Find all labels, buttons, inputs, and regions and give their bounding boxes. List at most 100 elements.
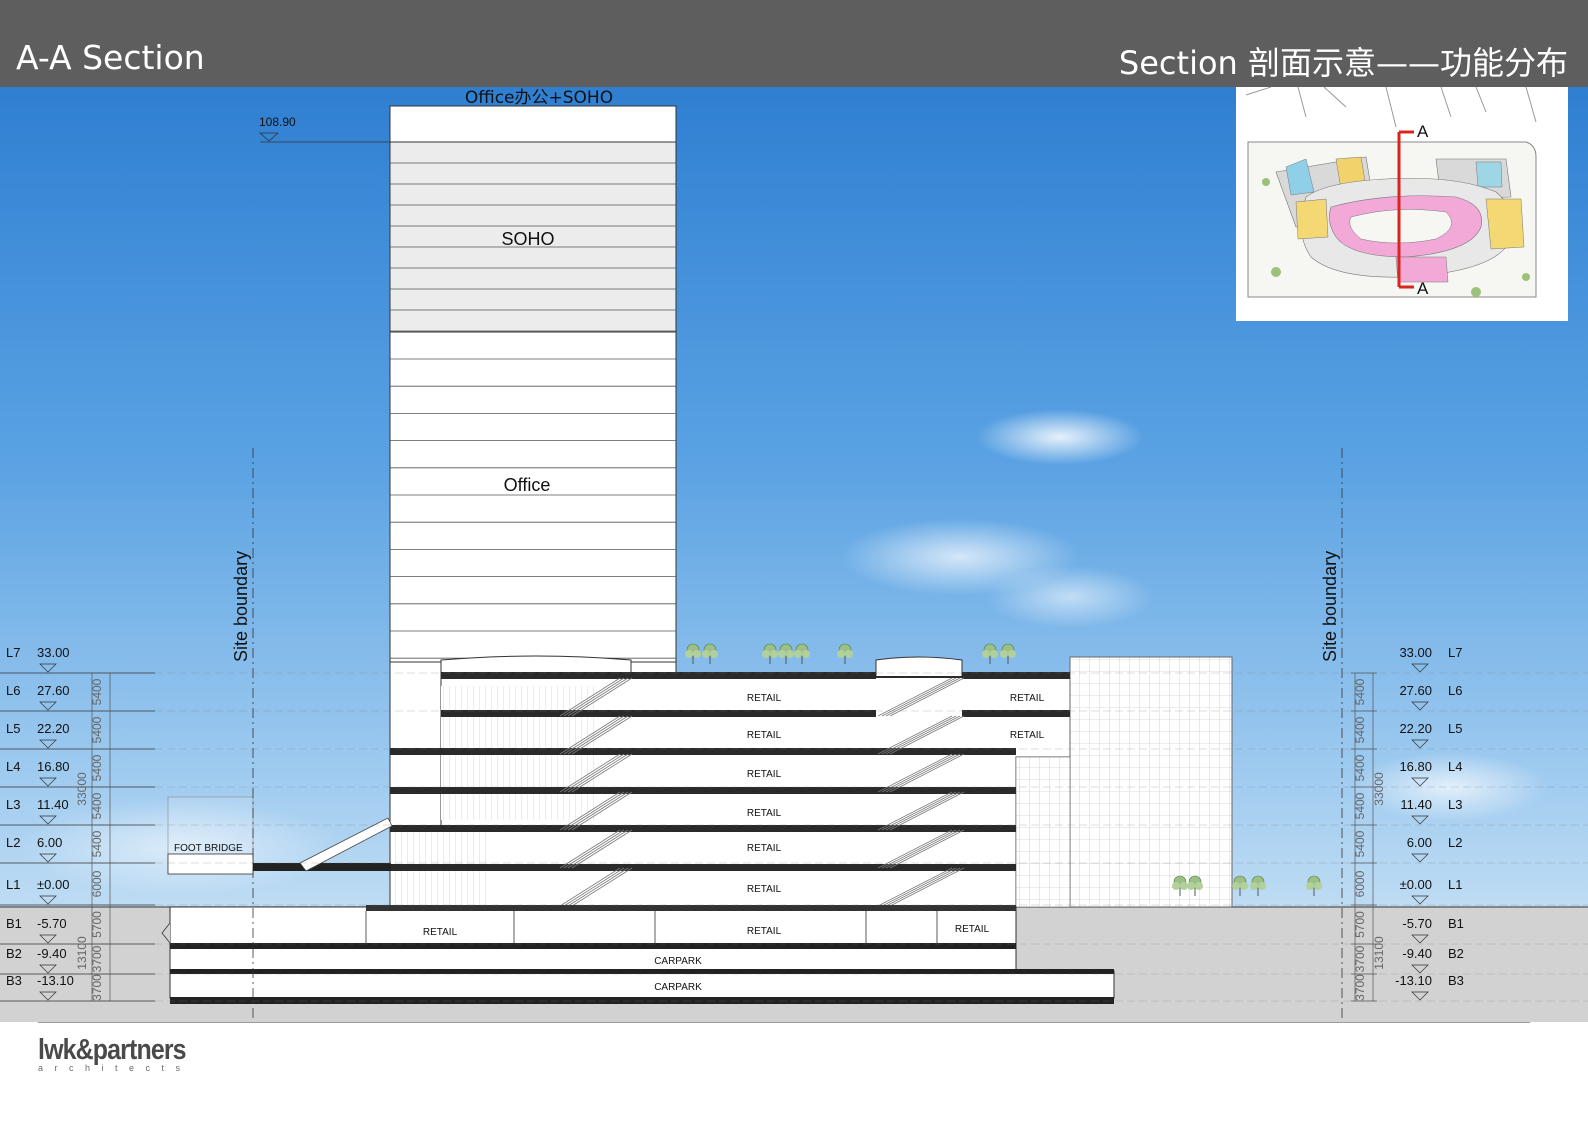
retail-label-l5-east: RETAIL (1010, 730, 1045, 741)
above-grade-total: 33000 (1372, 772, 1386, 806)
footer-rule (38, 1022, 1530, 1023)
floor-height-dim: 3700 (1353, 945, 1367, 972)
floor-height-dim: 5400 (90, 716, 104, 743)
level-elevation-right: 22.20 (1399, 721, 1432, 736)
level-elevation-left: ±0.00 (37, 877, 69, 892)
level-name-right: L4 (1448, 759, 1462, 774)
site-boundary-left: Site boundary (231, 551, 251, 662)
tower: Office办公+SOHO SOHO Office (389, 88, 677, 663)
key-plan: A A (1236, 86, 1568, 321)
tower-top-label: Office办公+SOHO (465, 88, 613, 108)
section-marker-bottom: A (1417, 279, 1429, 298)
level-elevation-left: 27.60 (37, 683, 70, 698)
carpark-label-b3: CARPARK (654, 982, 702, 993)
level-elevation-left: -13.10 (37, 973, 74, 988)
level-elevation-right: 16.80 (1399, 759, 1432, 774)
facade-lower (1015, 756, 1071, 908)
level-name-right: B3 (1448, 973, 1464, 988)
retail-label-l5-main: RETAIL (747, 730, 782, 741)
page-title: A-A Section (16, 38, 205, 77)
retail-label-b1-east: RETAIL (955, 924, 990, 935)
level-elevation-right: -9.40 (1402, 946, 1432, 961)
level-labels-left: L7 33.00 L6 27.60 L5 22.20 L4 16.80 L3 11.40 L2 6.0… (6, 645, 74, 1001)
level-name-left: B2 (6, 946, 22, 961)
floor-height-dim: 3700 (90, 974, 104, 1001)
level-elevation-right: 6.00 (1407, 835, 1432, 850)
section-marker-top: A (1417, 122, 1429, 141)
level-name-left: L4 (6, 759, 20, 774)
level-name-left: L5 (6, 721, 20, 736)
level-elevation-right: 27.60 (1399, 683, 1432, 698)
retail-label-l1: RETAIL (747, 884, 782, 895)
floor-height-dim: 5400 (90, 678, 104, 705)
floor-height-dim: 5400 (1353, 716, 1367, 743)
floor-height-dim: 5400 (1353, 830, 1367, 857)
floor-slab (390, 825, 1016, 832)
level-name-left: B1 (6, 916, 22, 931)
level-elevation-right: 11.40 (1400, 797, 1432, 812)
floor-height-dim: 5700 (90, 911, 104, 938)
level-labels-right: 33.00 L7 27.60 L6 22.20 L5 16.80 L4 11.40 L3 6.00 L… (1395, 645, 1464, 1001)
level-name-right: B1 (1448, 916, 1464, 931)
level-name-right: L7 (1448, 645, 1462, 660)
floor-height-dim: 5700 (1353, 911, 1367, 938)
level-name-right: L6 (1448, 683, 1462, 698)
below-grade-total: 13100 (75, 936, 89, 970)
level-elevation-right: -5.70 (1402, 916, 1432, 931)
retail-label-l4: RETAIL (747, 769, 782, 780)
facade-grid (1069, 656, 1233, 908)
level-elevation-right: ±0.00 (1400, 877, 1432, 892)
floor-height-dim: 3700 (90, 945, 104, 972)
floor-height-dim: 6000 (1353, 870, 1367, 897)
page-subtitle: Section 剖面示意——功能分布 (1118, 44, 1568, 82)
level-elevation-right: 33.00 (1399, 645, 1432, 660)
below-grade-total: 13100 (1372, 936, 1386, 970)
level-name-left: L3 (6, 797, 20, 812)
floor-height-dim: 6000 (90, 870, 104, 897)
floor-slab (390, 787, 1016, 794)
header-bar: A-A Section Section 剖面示意——功能分布 (0, 0, 1588, 87)
floor-height-dim: 5400 (90, 792, 104, 819)
level-elevation-right: -13.10 (1395, 973, 1432, 988)
floor-height-dim: 5400 (1353, 754, 1367, 781)
level-elevation-left: 11.40 (37, 797, 69, 812)
level-name-left: L7 (6, 645, 20, 660)
floor-height-dim: 5400 (1353, 792, 1367, 819)
level-elevation-left: 16.80 (37, 759, 70, 774)
floor-height-dim: 5400 (90, 830, 104, 857)
carpark-label-b2: CARPARK (654, 956, 702, 967)
level-name-left: B3 (6, 973, 22, 988)
retail-label-l3: RETAIL (747, 808, 782, 819)
level-name-left: L6 (6, 683, 20, 698)
top-level-value: 108.90 (259, 115, 296, 129)
retail-label-l2: RETAIL (747, 843, 782, 854)
floor-height-dim: 5400 (1353, 678, 1367, 705)
floor-height-dim: 3700 (1353, 974, 1367, 1001)
site-boundary-right: Site boundary (1320, 551, 1340, 662)
level-elevation-left: -9.40 (37, 946, 67, 961)
above-grade-total: 33000 (75, 772, 89, 806)
retail-label-b1-west: RETAIL (423, 927, 458, 938)
level-elevation-left: -5.70 (37, 916, 67, 931)
soho-label: SOHO (501, 229, 554, 249)
basement (161, 905, 1115, 1004)
company-logo: lwk&partners architects (38, 1034, 210, 1073)
retail-label-l6-main: RETAIL (747, 693, 782, 704)
level-name-right: L5 (1448, 721, 1462, 736)
level-elevation-left: 6.00 (37, 835, 62, 850)
level-elevation-left: 22.20 (37, 721, 70, 736)
retail-label-b1-main: RETAIL (747, 926, 782, 937)
floor-slab (390, 864, 1016, 871)
level-name-right: L2 (1448, 835, 1462, 850)
level-name-left: L1 (6, 877, 20, 892)
floor-height-dim: 5400 (90, 754, 104, 781)
level-name-right: L3 (1448, 797, 1462, 812)
foot-bridge-label: FOOT BRIDGE (174, 843, 243, 854)
podium (389, 655, 1233, 908)
office-zone (389, 331, 677, 663)
foot-bridge: FOOT BRIDGE (167, 796, 393, 875)
tower-crown (389, 105, 677, 143)
office-label: Office (504, 475, 551, 495)
level-name-right: B2 (1448, 946, 1464, 961)
top-level-marker: 108.90 (258, 115, 390, 143)
